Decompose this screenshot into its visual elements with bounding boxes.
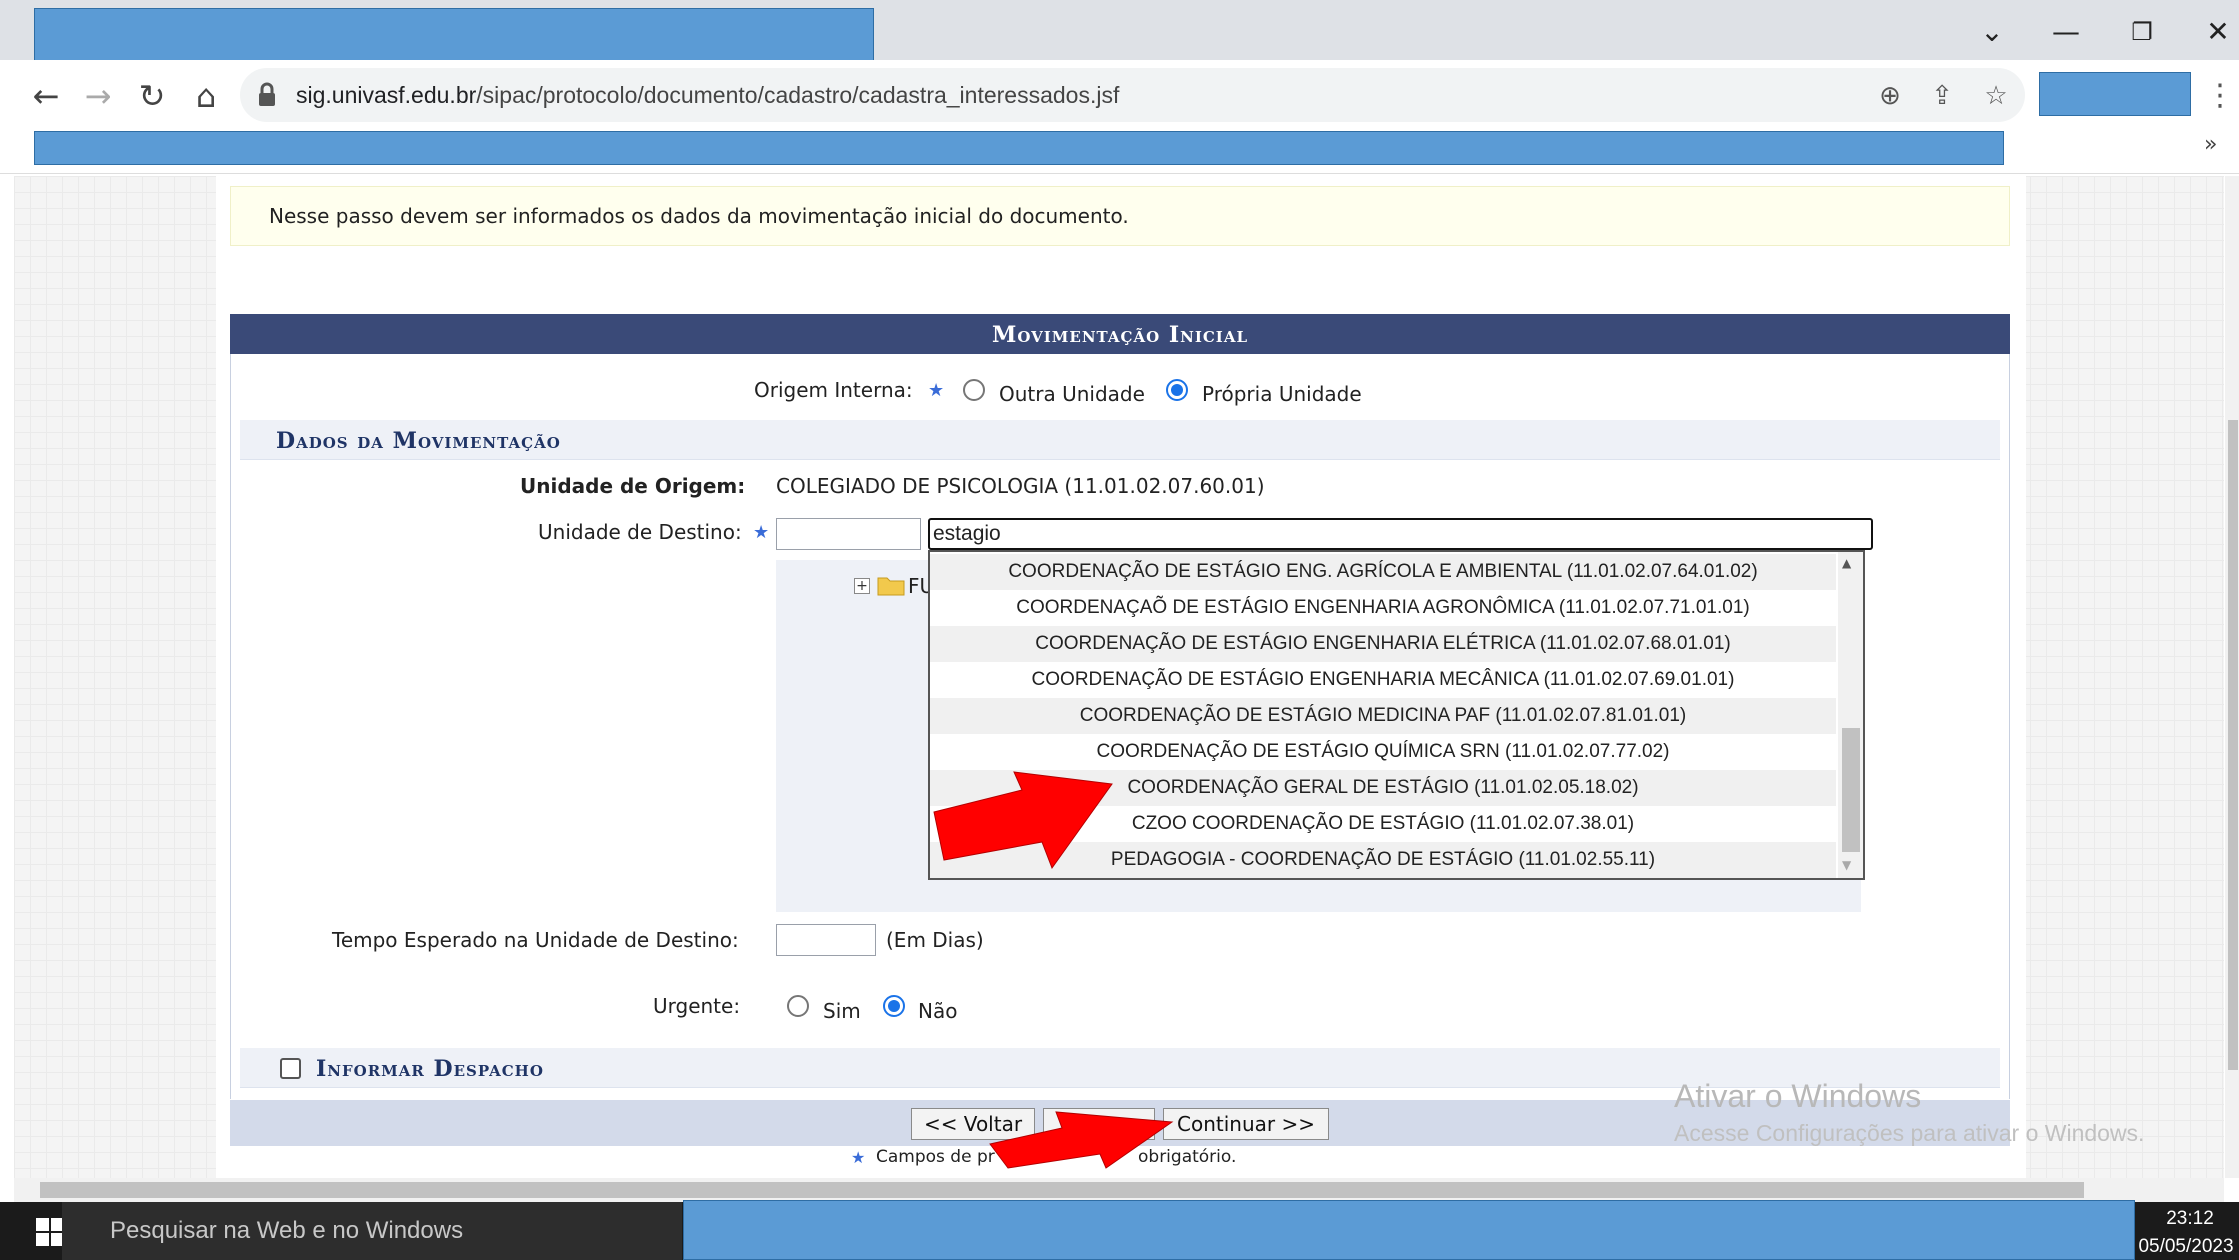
radio-urgente-sim[interactable] xyxy=(787,995,809,1017)
informar-despacho-checkbox[interactable] xyxy=(280,1058,301,1079)
origem-label: Origem Interna: xyxy=(754,378,913,402)
dropdown-option[interactable]: COORDENAÇÃO DE ESTÁGIO ENGENHARIA MECÂNI… xyxy=(930,662,1836,698)
urgente-label: Urgente: xyxy=(653,994,741,1018)
chevron-right-double-icon[interactable]: » xyxy=(2204,132,2217,157)
scroll-up-icon[interactable]: ▲ xyxy=(1842,556,1851,570)
required-star-icon: ★ xyxy=(753,522,770,543)
close-icon[interactable]: ✕ xyxy=(2186,10,2239,54)
continuar-button[interactable]: Continuar >> xyxy=(1163,1108,1329,1140)
back-arrow-icon[interactable]: ← xyxy=(22,72,70,120)
radio-urgente-nao[interactable] xyxy=(883,995,905,1017)
unidade-destino-search-input[interactable]: estagio xyxy=(928,518,1873,550)
forward-arrow-icon[interactable]: → xyxy=(74,72,122,120)
star-icon[interactable]: ☆ xyxy=(1976,76,2016,116)
red-arrow-annotation xyxy=(930,770,1120,870)
redacted-taskbar-apps xyxy=(683,1200,2135,1260)
radio-label-outra-unidade: Outra Unidade xyxy=(999,382,1145,406)
zoom-icon[interactable]: ⊕ xyxy=(1870,76,1910,116)
required-note: Campos de pr xyxy=(876,1147,995,1167)
url-domain: sig.univasf.edu.br xyxy=(296,82,477,108)
info-message: Nesse passo devem ser informados os dado… xyxy=(230,186,2010,246)
windows-watermark-text: Acesse Configurações para ativar o Windo… xyxy=(1674,1120,2145,1146)
clock-time[interactable]: 23:12 xyxy=(2150,1208,2230,1230)
scroll-down-icon[interactable]: ▼ xyxy=(1842,858,1851,872)
page-horizontal-scrollbar-thumb[interactable] xyxy=(40,1182,2084,1198)
unidade-origem-value: COLEGIADO DE PSICOLOGIA (11.01.02.07.60.… xyxy=(776,474,1265,498)
redacted-bookmarks xyxy=(34,131,2004,165)
reload-icon[interactable]: ↻ xyxy=(128,72,176,120)
taskbar-search-box[interactable]: Pesquisar na Web e no Windows xyxy=(62,1202,682,1260)
required-star-icon: ★ xyxy=(851,1148,866,1167)
tempo-unit: (Em Dias) xyxy=(886,928,984,952)
unidade-destino-code-input[interactable] xyxy=(776,518,921,550)
red-arrow-annotation xyxy=(986,1102,1180,1172)
page-vertical-scrollbar-thumb[interactable] xyxy=(2228,420,2238,1070)
folder-icon xyxy=(877,574,905,596)
minimize-icon[interactable]: — xyxy=(2034,10,2098,54)
dropdown-option[interactable]: COORDENAÇÃO DE ESTÁGIO ENGENHARIA ELÉTRI… xyxy=(930,626,1836,662)
restore-icon[interactable]: ❐ xyxy=(2110,10,2174,54)
radio-outra-unidade[interactable] xyxy=(963,379,985,401)
url-text[interactable]: sig.univasf.edu.br/sipac/protocolo/docum… xyxy=(296,68,1119,122)
windows-start-icon[interactable] xyxy=(36,1218,64,1246)
redacted-profile[interactable] xyxy=(2039,72,2191,116)
unidade-destino-label: Unidade de Destino: xyxy=(538,520,742,544)
radio-label-sim: Sim xyxy=(823,999,861,1023)
dropdown-option[interactable]: COORDENAÇAÕ DE ESTÁGIO ENGENHARIA AGRONÔ… xyxy=(930,590,1836,626)
required-star-icon: ★ xyxy=(928,380,945,401)
radio-propria-unidade[interactable] xyxy=(1166,379,1188,401)
radio-label-nao: Não xyxy=(918,999,958,1023)
form-title: Movimentação Inicial xyxy=(230,314,2010,354)
tempo-input[interactable] xyxy=(776,924,876,956)
dropdown-scrollbar-thumb[interactable] xyxy=(1842,728,1860,852)
dropdown-option[interactable]: COORDENAÇÃO DE ESTÁGIO ENG. AGRÍCOLA E A… xyxy=(930,554,1836,590)
section-dados-movimentacao: Dados da Movimentação xyxy=(240,420,2000,460)
radio-label-propria-unidade: Própria Unidade xyxy=(1202,382,1362,406)
unidade-origem-label: Unidade de Origem: xyxy=(520,474,746,498)
chevron-down-icon[interactable]: ⌄ xyxy=(1960,10,2024,54)
url-path: /sipac/protocolo/documento/cadastro/cada… xyxy=(476,82,1120,108)
dropdown-option[interactable]: COORDENAÇÃO DE ESTÁGIO QUÍMICA SRN (11.0… xyxy=(930,734,1836,770)
windows-watermark-title: Ativar o Windows xyxy=(1674,1078,1922,1114)
home-icon[interactable]: ⌂ xyxy=(182,72,230,120)
share-icon[interactable]: ⇪ xyxy=(1922,76,1962,116)
menu-dots-icon[interactable]: ⋮ xyxy=(2200,76,2239,116)
dropdown-option[interactable]: COORDENAÇÃO DE ESTÁGIO MEDICINA PAF (11.… xyxy=(930,698,1836,734)
tempo-label: Tempo Esperado na Unidade de Destino: xyxy=(332,928,739,952)
expand-icon[interactable]: + xyxy=(854,578,870,594)
lock-icon[interactable] xyxy=(256,80,278,110)
clock-date[interactable]: 05/05/2023 xyxy=(2136,1236,2236,1258)
